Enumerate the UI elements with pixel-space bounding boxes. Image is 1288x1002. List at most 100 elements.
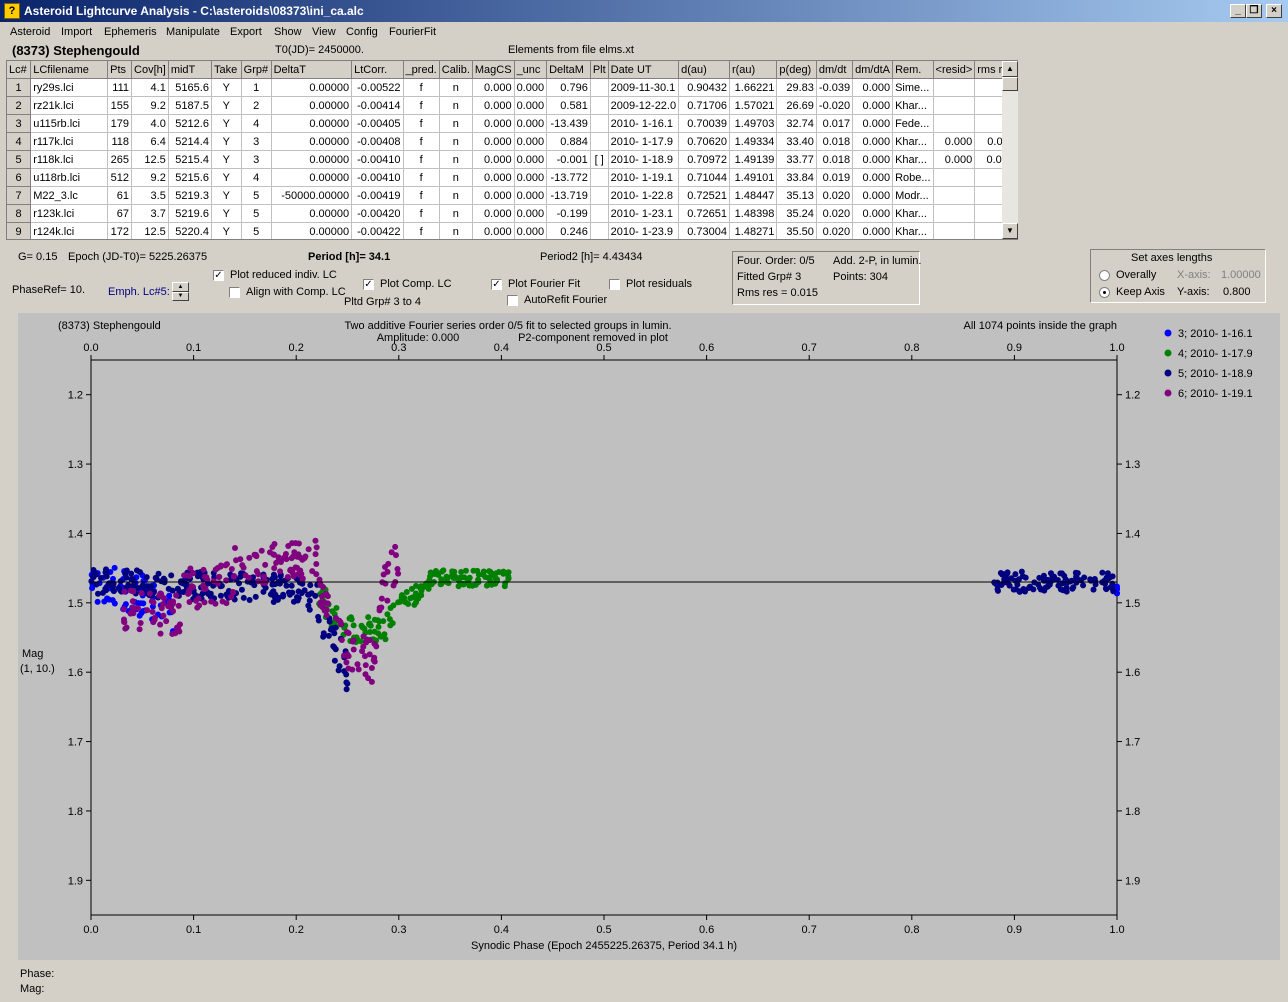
table-cell[interactable]: 0.70972: [678, 150, 730, 169]
menu-config[interactable]: Config: [346, 26, 378, 38]
table-cell[interactable]: 0.000: [472, 186, 515, 205]
table-cell[interactable]: 0.020: [816, 204, 854, 223]
x-axis-value[interactable]: 1.00000: [1221, 269, 1261, 281]
table-cell[interactable]: [933, 222, 976, 239]
table-cell[interactable]: 0.00000: [271, 222, 353, 239]
table-cell[interactable]: 3: [241, 132, 272, 151]
table-cell[interactable]: n: [439, 78, 473, 97]
table-cell[interactable]: 0.70620: [678, 132, 730, 151]
table-cell[interactable]: 179: [107, 114, 133, 133]
table-cell[interactable]: Khar...: [892, 96, 934, 115]
row-header[interactable]: 9: [7, 222, 32, 239]
table-row[interactable]: 2 rz21k.lci 155 9.2 5187.5 Y 2 0.00000 -0.00414 f…: [7, 96, 1017, 115]
table-cell[interactable]: f: [403, 222, 440, 239]
table-cell[interactable]: 0.00000: [271, 168, 353, 187]
alc-icon[interactable]: ?: [4, 3, 20, 19]
table-cell[interactable]: f: [403, 204, 440, 223]
table-cell[interactable]: 1.66221: [729, 78, 778, 97]
table-cell[interactable]: 0.000: [852, 78, 894, 97]
table-cell[interactable]: 35.24: [776, 204, 817, 223]
table-cell[interactable]: [590, 186, 609, 205]
table-cell[interactable]: Modr...: [892, 186, 934, 205]
table-cell[interactable]: Y: [211, 150, 242, 169]
table-cell[interactable]: 0.000: [514, 168, 548, 187]
table-cell[interactable]: 5: [241, 186, 272, 205]
table-cell[interactable]: 0.000: [852, 186, 894, 205]
table-cell[interactable]: 32.74: [776, 114, 817, 133]
minimize-button[interactable]: _: [1230, 4, 1246, 18]
table-cell[interactable]: 5215.4: [168, 150, 212, 169]
spin-up-icon[interactable]: ▲: [172, 282, 189, 292]
table-cell[interactable]: 3.7: [131, 204, 169, 223]
table-cell[interactable]: -0.199: [546, 204, 591, 223]
table-cell[interactable]: Y: [211, 186, 242, 205]
table-cell[interactable]: 0.000: [514, 222, 548, 239]
column-header[interactable]: Take: [211, 61, 242, 79]
table-cell[interactable]: Y: [211, 204, 242, 223]
table-row[interactable]: 8 r123k.lci 67 3.7 5219.6 Y 5 0.00000 -0.00420 f n…: [7, 204, 1017, 223]
table-cell[interactable]: Khar...: [892, 132, 934, 151]
table-cell[interactable]: 2010- 1-23.9: [608, 222, 680, 239]
autorefit-checkbox[interactable]: [507, 295, 518, 306]
table-cell[interactable]: 5219.3: [168, 186, 212, 205]
table-cell[interactable]: 0.581: [546, 96, 591, 115]
table-cell[interactable]: -13.439: [546, 114, 591, 133]
column-header[interactable]: LtCorr.: [351, 61, 404, 79]
table-cell[interactable]: 0.71044: [678, 168, 730, 187]
table-cell[interactable]: 0.000: [852, 150, 894, 169]
table-cell[interactable]: 5212.6: [168, 114, 212, 133]
table-cell[interactable]: u115rb.lci: [30, 114, 109, 133]
table-cell[interactable]: 2010- 1-22.8: [608, 186, 680, 205]
table-cell[interactable]: r118k.lci: [30, 150, 109, 169]
table-cell[interactable]: 155: [107, 96, 133, 115]
table-cell[interactable]: 0.000: [852, 96, 894, 115]
table-cell[interactable]: r117k.lci: [30, 132, 109, 151]
table-cell[interactable]: 0.000: [514, 204, 548, 223]
table-cell[interactable]: -0.00408: [351, 132, 404, 151]
menu-show[interactable]: Show: [274, 26, 302, 38]
table-cell[interactable]: 0.000: [514, 78, 548, 97]
column-header[interactable]: Cov[h]: [131, 61, 169, 79]
lightcurve-plot[interactable]: 0.0 0.0 0.1 0.1 0.2 0.2 0.3 0.3 0.4 0.4 0.5 0.5 0.6 0…: [18, 313, 1280, 960]
table-row[interactable]: 9 r124k.lci 172 12.5 5220.4 Y 5 0.00000 -0.00422…: [7, 222, 1017, 239]
column-header[interactable]: Date UT: [608, 61, 680, 79]
table-cell[interactable]: 0.020: [816, 222, 854, 239]
row-header[interactable]: 2: [7, 96, 32, 115]
table-cell[interactable]: 2009-11-30.1: [608, 78, 680, 97]
menu-manipulate[interactable]: Manipulate: [166, 26, 220, 38]
row-header[interactable]: 1: [7, 78, 32, 97]
table-cell[interactable]: 0.000: [472, 114, 515, 133]
table-cell[interactable]: 0.000: [514, 150, 548, 169]
column-header[interactable]: Grp#: [241, 61, 272, 79]
column-header[interactable]: r(au): [729, 61, 778, 79]
table-cell[interactable]: 0.000: [472, 132, 515, 151]
table-cell[interactable]: 0.000: [514, 132, 548, 151]
table-cell[interactable]: 35.50: [776, 222, 817, 239]
table-cell[interactable]: 5220.4: [168, 222, 212, 239]
table-cell[interactable]: 265: [107, 150, 133, 169]
table-scrollbar[interactable]: ▲ ▼: [1002, 61, 1018, 239]
table-row[interactable]: 5 r118k.lci 265 12.5 5215.4 Y 3 0.00000 -0.00410…: [7, 150, 1017, 169]
table-cell[interactable]: -13.719: [546, 186, 591, 205]
table-cell[interactable]: 172: [107, 222, 133, 239]
table-cell[interactable]: f: [403, 96, 440, 115]
menu-fourierfit[interactable]: FourierFit: [389, 26, 436, 38]
table-cell[interactable]: Khar...: [892, 204, 934, 223]
table-row[interactable]: 4 r117k.lci 118 6.4 5214.4 Y 3 0.00000 -0.00408 f…: [7, 132, 1017, 151]
table-cell[interactable]: 0.00000: [271, 204, 353, 223]
table-cell[interactable]: 0.000: [472, 204, 515, 223]
table-cell[interactable]: 0.000: [514, 96, 548, 115]
table-cell[interactable]: 0.000: [514, 186, 548, 205]
table-cell[interactable]: 3: [241, 150, 272, 169]
plot-residuals-checkbox[interactable]: [609, 279, 620, 290]
column-header[interactable]: dm/dt: [816, 61, 854, 79]
table-cell[interactable]: n: [439, 204, 473, 223]
table-cell[interactable]: 2010- 1-19.1: [608, 168, 680, 187]
table-cell[interactable]: 9.2: [131, 96, 169, 115]
column-header[interactable]: d(au): [678, 61, 730, 79]
table-cell[interactable]: -0.020: [816, 96, 854, 115]
table-cell[interactable]: [933, 168, 976, 187]
table-cell[interactable]: 0.000: [472, 222, 515, 239]
table-cell[interactable]: 29.83: [776, 78, 817, 97]
table-cell[interactable]: 26.69: [776, 96, 817, 115]
